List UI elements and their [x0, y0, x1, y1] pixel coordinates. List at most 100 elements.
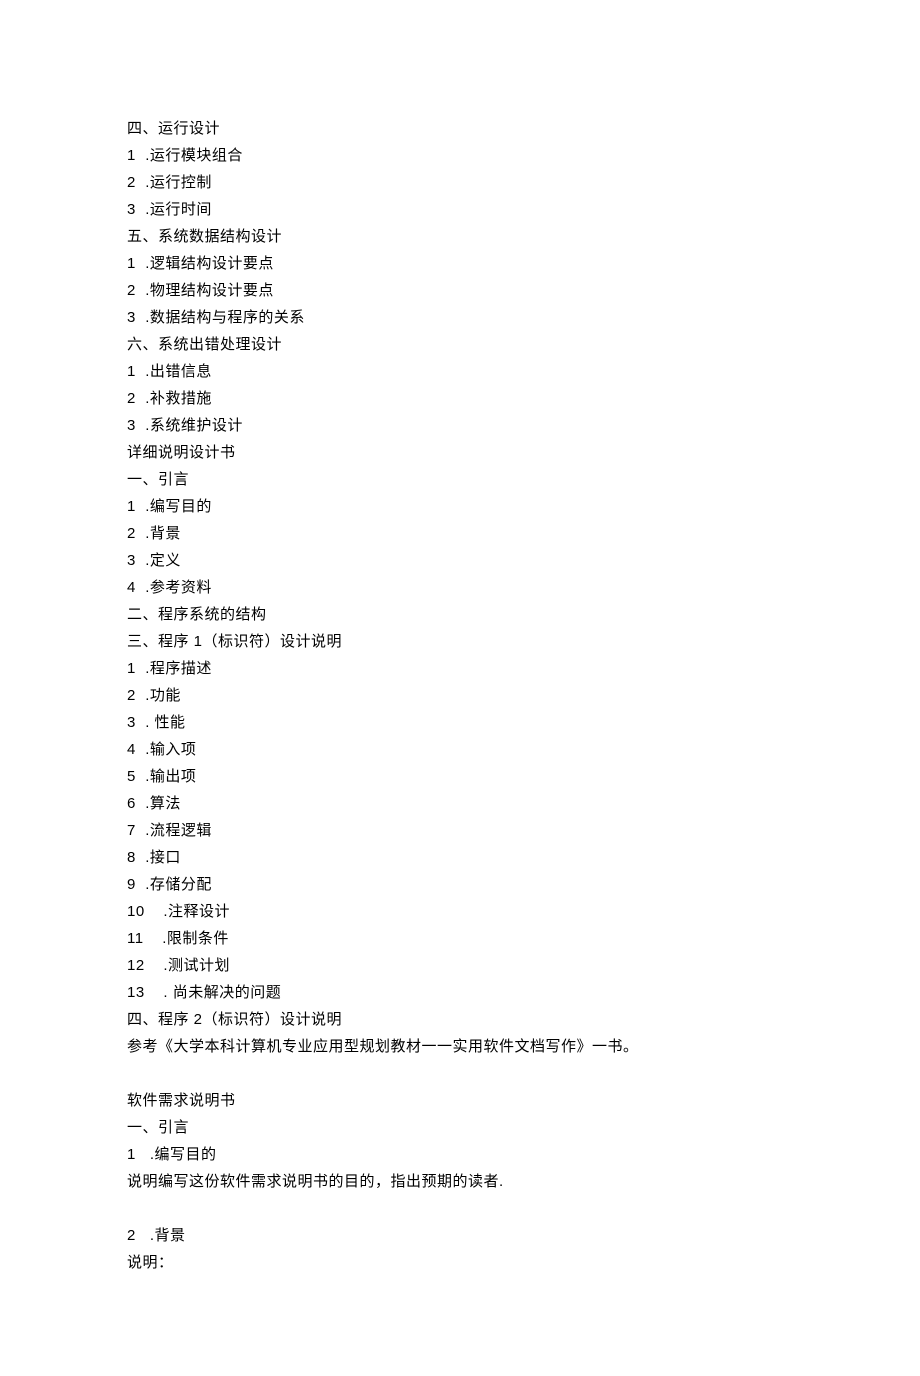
line-text: 五、系统数据结构设计 [127, 228, 282, 245]
list-separator [136, 741, 145, 758]
line-text: 说明编写这份软件需求说明书的目的，指出预期的读者. [127, 1173, 504, 1190]
line-text: 二、程序系统的结构 [127, 606, 267, 623]
list-text: .存储分配 [145, 876, 212, 893]
list-separator [145, 903, 154, 920]
list-separator [136, 876, 145, 893]
list-number: 2 [127, 1227, 136, 1244]
list-text: .编写目的 [145, 498, 212, 515]
line-text: 四、运行设计 [127, 120, 220, 137]
text-line: 3 .系统维护设计 [127, 412, 820, 439]
list-text: .系统维护设计 [145, 417, 243, 434]
text-line: 3 .运行时间 [127, 196, 820, 223]
text-line: 6 .算法 [127, 790, 820, 817]
line-pre: 四、程序 [127, 1011, 194, 1028]
text-line: 1 .出错信息 [127, 358, 820, 385]
list-separator [136, 282, 145, 299]
list-number: 12 [127, 957, 145, 974]
line-pre: 三、程序 [127, 633, 194, 650]
list-number: 11 [127, 930, 144, 947]
list-number: 3 [127, 309, 136, 326]
text-line: 六、系统出错处理设计 [127, 331, 820, 358]
list-text: .参考资料 [145, 579, 212, 596]
text-line: 1 .运行模块组合 [127, 142, 820, 169]
text-line: 四、程序 2（标识符）设计说明 [127, 1006, 820, 1033]
list-text: .逻辑结构设计要点 [145, 255, 274, 272]
text-line: 9 .存储分配 [127, 871, 820, 898]
list-text: .输出项 [145, 768, 196, 785]
list-number: 1 [127, 660, 136, 677]
text-line: 7 .流程逻辑 [127, 817, 820, 844]
text-line: 说明编写这份软件需求说明书的目的，指出预期的读者. [127, 1168, 820, 1195]
list-text: .数据结构与程序的关系 [145, 309, 305, 326]
list-separator [144, 930, 153, 947]
text-line: 一、引言 [127, 1114, 820, 1141]
list-separator [136, 660, 145, 677]
blank-line [127, 1195, 820, 1222]
line-post: （标识符）设计说明 [203, 1011, 343, 1028]
list-separator [136, 552, 145, 569]
document-page: 四、运行设计 1 .运行模块组合 2 .运行控制 3 .运行时间五、系统数据结构设计 1… [0, 0, 920, 1376]
list-number: 1 [127, 363, 136, 380]
text-line: 3 .定义 [127, 547, 820, 574]
list-text: .限制条件 [153, 930, 229, 947]
list-number: 10 [127, 903, 145, 920]
list-separator [136, 768, 145, 785]
list-text: .背景 [145, 525, 181, 542]
list-separator [136, 309, 145, 326]
list-text: .接口 [145, 849, 181, 866]
text-line: 2 .功能 [127, 682, 820, 709]
list-text: .出错信息 [145, 363, 212, 380]
list-separator [136, 714, 145, 731]
list-separator [136, 417, 145, 434]
list-number: 3 [127, 201, 136, 218]
list-text: .功能 [145, 687, 181, 704]
list-text: .运行控制 [145, 174, 212, 191]
list-text: .定义 [145, 552, 181, 569]
text-line: 4 .输入项 [127, 736, 820, 763]
list-number: 9 [127, 876, 136, 893]
text-line: 参考《大学本科计算机专业应用型规划教材一一实用软件文档写作》一书。 [127, 1033, 820, 1060]
text-line: 详细说明设计书 [127, 439, 820, 466]
list-text: .测试计划 [154, 957, 230, 974]
line-text: 参考《大学本科计算机专业应用型规划教材一一实用软件文档写作》一书。 [127, 1038, 639, 1055]
list-text: .运行时间 [145, 201, 212, 218]
text-line: 2 .物理结构设计要点 [127, 277, 820, 304]
text-line: 一、引言 [127, 466, 820, 493]
list-number: 2 [127, 525, 136, 542]
list-separator [136, 255, 145, 272]
line-text: 详细说明设计书 [127, 444, 236, 461]
list-text: . 尚未解决的问题 [154, 984, 281, 1001]
line-text: 一、引言 [127, 471, 189, 488]
list-separator [136, 1227, 145, 1244]
list-text: .编写目的 [145, 1146, 216, 1163]
list-number: 2 [127, 687, 136, 704]
list-separator [136, 174, 145, 191]
text-line: 说明： [127, 1249, 820, 1276]
list-separator [136, 363, 145, 380]
text-line: 12 .测试计划 [127, 952, 820, 979]
list-number: 4 [127, 741, 136, 758]
list-number: 2 [127, 174, 136, 191]
list-text: .补救措施 [145, 390, 212, 407]
list-separator [136, 498, 145, 515]
text-line: 五、系统数据结构设计 [127, 223, 820, 250]
list-separator [136, 849, 145, 866]
text-line: 三、程序 1（标识符）设计说明 [127, 628, 820, 655]
list-number: 8 [127, 849, 136, 866]
text-line: 2 .背景 [127, 520, 820, 547]
list-number: 1 [127, 498, 136, 515]
list-separator [136, 795, 145, 812]
text-line: 1 .程序描述 [127, 655, 820, 682]
text-line: 3 .数据结构与程序的关系 [127, 304, 820, 331]
text-line: 11 .限制条件 [127, 925, 820, 952]
list-text: .算法 [145, 795, 181, 812]
blank-line [127, 1060, 820, 1087]
text-line: 1 .编写目的 [127, 493, 820, 520]
list-number: 13 [127, 984, 145, 1001]
text-line: 1 .逻辑结构设计要点 [127, 250, 820, 277]
text-line: 10 .注释设计 [127, 898, 820, 925]
list-text: .运行模块组合 [145, 147, 243, 164]
list-separator [136, 201, 145, 218]
list-number: 1 [127, 147, 136, 164]
line-text: 一、引言 [127, 1119, 189, 1136]
